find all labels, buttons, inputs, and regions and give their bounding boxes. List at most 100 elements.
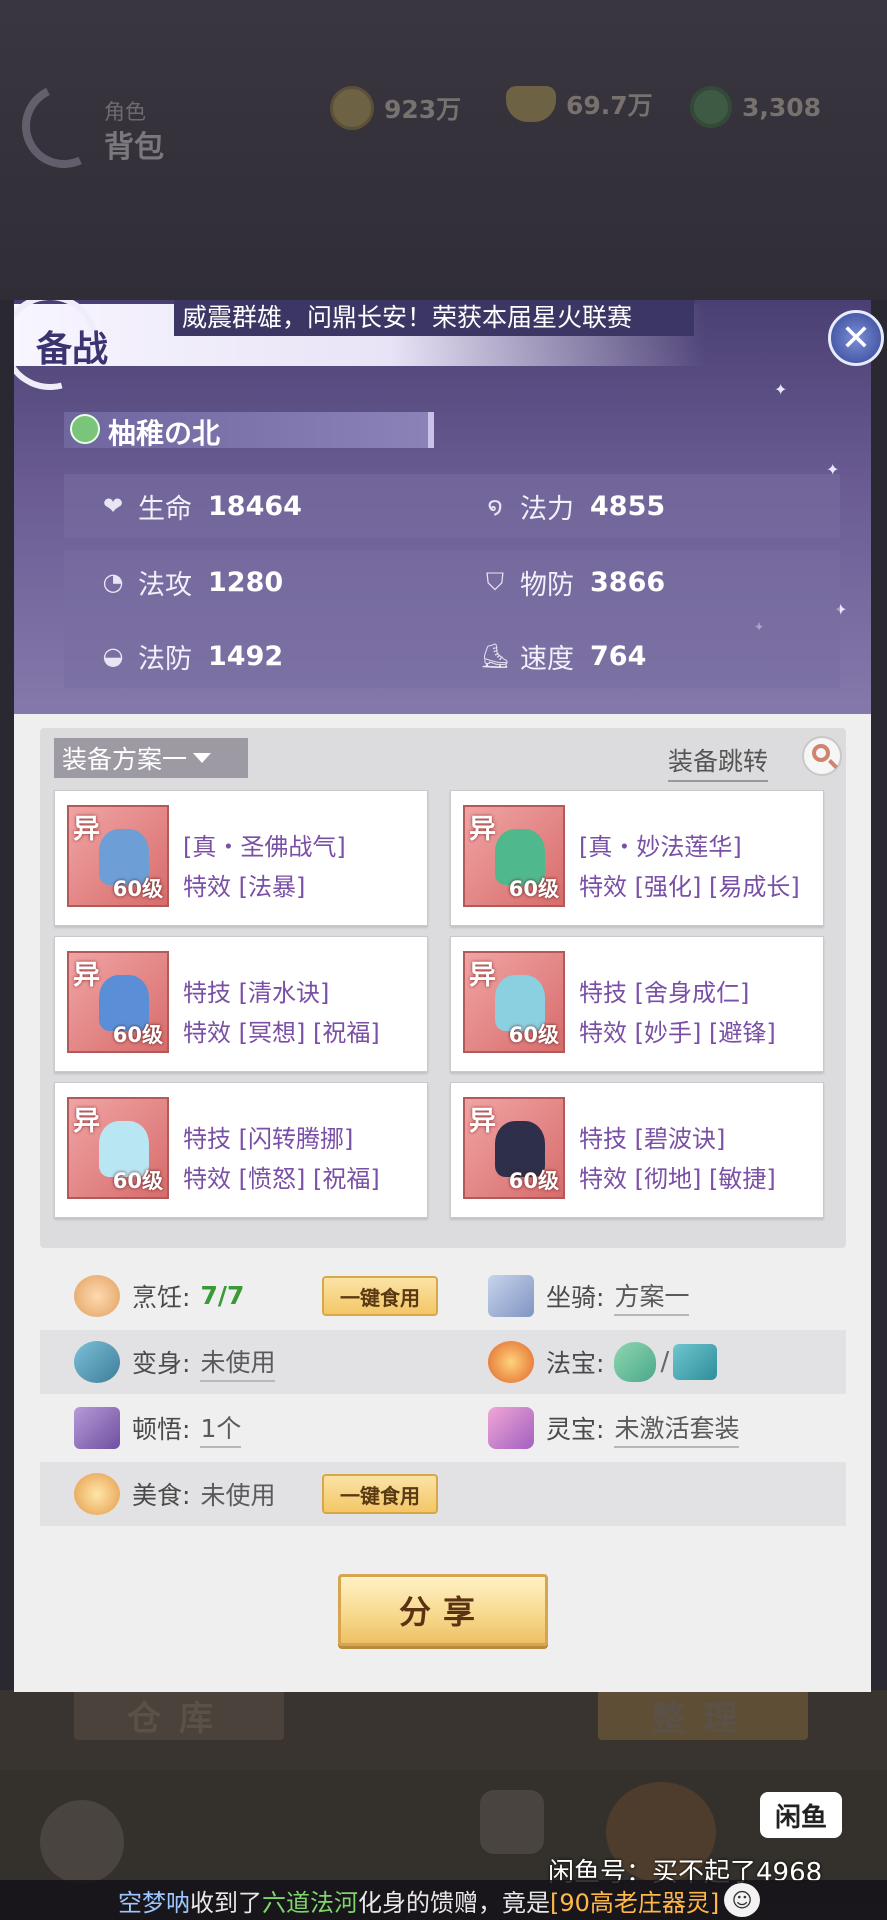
- bracelet-icon: 异 60级: [67, 1097, 169, 1199]
- stat-physical-defense: ⛉ 物防 3866: [482, 550, 665, 614]
- cauldron-treasure-icon[interactable]: [673, 1344, 718, 1380]
- staff-weapon-icon: 异 60级: [67, 805, 169, 907]
- equipment-effect: 特效 [愤怒] [祝福]: [183, 1165, 380, 1193]
- chevron-down-icon: [193, 753, 212, 763]
- search-icon: [812, 744, 830, 762]
- equipment-effect: 特效 [妙手] [避锋]: [579, 1019, 776, 1047]
- player-name-bar: 柚稚の北: [64, 412, 434, 450]
- dialog-header: ✦ ✦ ✦ ✦ 威震群雄，问鼎长安！荣获本届星火联赛 备战 柚稚の北 ❤ 生命 …: [14, 300, 871, 714]
- school-emblem-icon: [70, 414, 100, 444]
- speed-boot-icon: ⛸: [479, 642, 511, 670]
- cooking-item: 烹饪: 7/7: [74, 1264, 244, 1328]
- quick-eat-food-button[interactable]: 一键食用: [322, 1474, 438, 1514]
- equipment-skill: 特技 [舍身成仁]: [579, 979, 750, 1007]
- currency-jade: 3,308: [690, 86, 821, 128]
- dialog-title: 备战: [36, 329, 109, 370]
- transform-card-icon: [74, 1341, 120, 1383]
- equipment-effect: 特效 [法暴]: [183, 873, 306, 901]
- mount-item: 坐骑: 方案一: [488, 1264, 690, 1328]
- treasure-item: 法宝: /: [488, 1330, 718, 1394]
- ticker-reward: [90高老庄器灵]: [550, 1888, 720, 1917]
- equipment-panel: 装备方案一 装备跳转 异 60级 [真・圣佛战气] 特效 [法暴] 异 60级 …: [40, 728, 846, 1248]
- search-button[interactable]: [802, 736, 842, 776]
- ticker-player: 空梦呐: [118, 1888, 190, 1917]
- stat-magic-defense: ◒ 法防 1492: [100, 624, 284, 688]
- equipment-effect: 特效 [彻地] [敏捷]: [579, 1165, 776, 1193]
- grin-emoji-icon: ☺: [724, 1883, 760, 1917]
- mount-scheme-link[interactable]: 方案一: [614, 1277, 690, 1316]
- equipment-card-boots[interactable]: 异 60级 特技 [碧波诀] 特效 [彻地] [敏捷]: [450, 1082, 824, 1218]
- dialog-body: 装备方案一 装备跳转 异 60级 [真・圣佛战气] 特效 [法暴] 异 60级 …: [14, 714, 871, 1692]
- equipment-name: [真・妙法莲华]: [579, 833, 742, 861]
- physical-defense-icon: ⛉: [486, 568, 504, 596]
- announcement-text: 威震群雄，问鼎长安！荣获本届星火联赛: [182, 303, 633, 332]
- robe-armor-icon: 异 60级: [463, 951, 565, 1053]
- bag-label: 背包: [104, 130, 164, 165]
- stat-mana: ໑ 法力 4855: [482, 474, 665, 538]
- equipment-card-armor[interactable]: 异 60级 特技 [舍身成仁] 特效 [妙手] [避锋]: [450, 936, 824, 1072]
- lotus-headgear-icon: 异 60级: [463, 805, 565, 907]
- sparkle-icon: ✦: [774, 380, 788, 399]
- close-button[interactable]: ✕: [828, 310, 884, 366]
- food-bowl-icon: [74, 1473, 120, 1515]
- insight-link[interactable]: 1个: [200, 1409, 242, 1448]
- treasure-slots[interactable]: /: [614, 1342, 718, 1382]
- quick-eat-cooking-button[interactable]: 一键食用: [322, 1276, 438, 1316]
- boots-icon: 异 60级: [463, 1097, 565, 1199]
- close-icon: ✕: [840, 317, 872, 359]
- equipment-skill: 特技 [碧波诀]: [579, 1125, 726, 1153]
- stat-row: ❤ 生命 18464 ໑ 法力 4855: [64, 474, 840, 538]
- magic-attack-icon: ◔: [102, 568, 124, 596]
- back-arrow-icon[interactable]: [40, 1800, 124, 1884]
- cooking-icon: [74, 1275, 120, 1317]
- heart-icon: ❤: [102, 492, 124, 520]
- transform-item: 变身: 未使用: [74, 1330, 276, 1394]
- organize-button[interactable]: 整理: [598, 1690, 808, 1740]
- stat-hp: ❤ 生命 18464: [100, 474, 302, 538]
- mana-swirl-icon: ໑: [487, 492, 503, 520]
- necklace-icon: 异 60级: [67, 951, 169, 1053]
- equipment-scheme-dropdown[interactable]: 装备方案一: [54, 738, 248, 778]
- stat-row: ◒ 法防 1492 ⛸ 速度 764: [64, 624, 840, 688]
- info-row-transform: 变身: 未使用 法宝: /: [40, 1330, 846, 1394]
- info-row-food: 美食: 未使用 一键食用: [40, 1462, 846, 1526]
- transform-link[interactable]: 未使用: [200, 1343, 276, 1382]
- xianyu-logo: 闲鱼: [760, 1792, 842, 1838]
- equipment-jump-link[interactable]: 装备跳转: [668, 742, 769, 782]
- currency-copper: 923万: [330, 86, 461, 130]
- equipment-effect: 特效 [强化] [易成长]: [579, 873, 800, 901]
- equipment-card-bracelet[interactable]: 异 60级 特技 [闪转腾挪] 特效 [愤怒] [祝福]: [54, 1082, 428, 1218]
- equipment-card-headgear[interactable]: 异 60级 [真・妙法莲华] 特效 [强化] [易成长]: [450, 790, 824, 926]
- gourd-treasure-icon[interactable]: [614, 1342, 657, 1382]
- equipment-skill: 特技 [闪转腾挪]: [183, 1125, 354, 1153]
- prepare-dialog: ✦ ✦ ✦ ✦ 威震群雄，问鼎长安！荣获本届星火联赛 备战 柚稚の北 ❤ 生命 …: [14, 300, 884, 1692]
- gold-ingot-icon: [506, 86, 556, 122]
- equipment-card-weapon[interactable]: 异 60级 [真・圣佛战气] 特效 [法暴]: [54, 790, 428, 926]
- ticker-item: 六道法河: [262, 1888, 358, 1917]
- equipment-name: [真・圣佛战气]: [183, 833, 346, 861]
- spirit-treasure-item: 灵宝: 未激活套装: [488, 1396, 740, 1460]
- food-item: 美食: 未使用: [74, 1462, 275, 1526]
- fist-icon[interactable]: [480, 1790, 544, 1854]
- share-button[interactable]: 分享: [338, 1574, 548, 1646]
- book-icon: [74, 1407, 120, 1449]
- jade-icon: [690, 86, 732, 128]
- warehouse-button[interactable]: 仓库: [74, 1690, 284, 1740]
- info-row-cooking: 烹饪: 7/7 一键食用 坐骑: 方案一: [40, 1264, 846, 1328]
- gift-box-icon: [488, 1407, 534, 1449]
- equipment-skill: 特技 [清水诀]: [183, 979, 330, 1007]
- stat-magic-attack: ◔ 法攻 1280: [100, 550, 284, 614]
- copper-coin-icon: [330, 86, 374, 130]
- magic-defense-icon: ◒: [102, 642, 124, 670]
- currency-gold: 69.7万: [506, 86, 653, 122]
- stat-speed: ⛸ 速度 764: [479, 640, 647, 675]
- info-row-insight: 顿悟: 1个 灵宝: 未激活套装: [40, 1396, 846, 1460]
- scroll-icon: [488, 1275, 534, 1317]
- equipment-card-necklace[interactable]: 异 60级 特技 [清水诀] 特效 [冥想] [祝福]: [54, 936, 428, 1072]
- flame-treasure-icon: [488, 1341, 534, 1383]
- stat-row: ◔ 法攻 1280 ⛉ 物防 3866: [64, 550, 840, 614]
- equipment-effect: 特效 [冥想] [祝福]: [183, 1019, 380, 1047]
- insight-item: 顿悟: 1个: [74, 1396, 242, 1460]
- spirit-treasure-link[interactable]: 未激活套装: [614, 1409, 740, 1448]
- player-name: 柚稚の北: [108, 417, 221, 450]
